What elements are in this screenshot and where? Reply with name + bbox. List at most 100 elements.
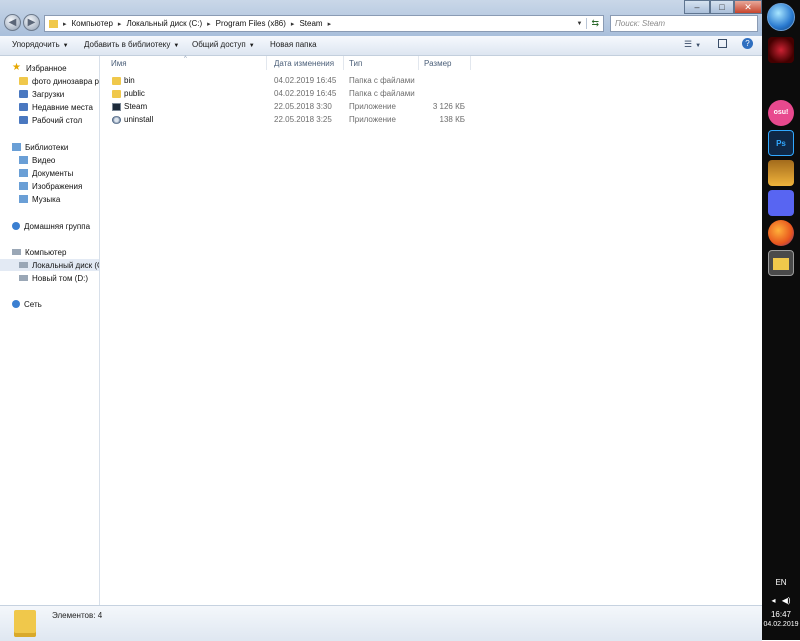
nav-libraries[interactable]: Библиотеки — [12, 141, 68, 153]
drive-icon — [19, 275, 28, 281]
counter-strike-icon[interactable] — [768, 160, 794, 186]
chevron-right-icon[interactable]: ▸ — [326, 20, 334, 28]
uninstall-icon — [112, 116, 121, 124]
taskbar: osu! Ps EN ◂ ◀) 16:47 04.02.2019 — [762, 0, 800, 640]
folder-icon — [112, 77, 121, 85]
add-to-library-button[interactable]: Добавить в библиотеку ▼ — [84, 40, 179, 49]
chevron-left-icon[interactable]: ◂ — [771, 596, 775, 605]
nav-item-desktop[interactable]: Рабочий стол — [19, 114, 82, 126]
nav-item-label: фото динозавра ре — [32, 76, 100, 86]
column-header-name[interactable]: Имя — [111, 59, 127, 68]
chevron-down-icon: ▼ — [173, 43, 180, 49]
language-indicator[interactable]: EN — [762, 578, 800, 587]
forward-button[interactable]: ▶ — [23, 14, 40, 31]
nav-item-music[interactable]: Музыка — [19, 193, 60, 205]
refresh-icon[interactable]: ⇆ — [586, 18, 603, 29]
file-name: bin — [124, 76, 135, 85]
discord-icon[interactable] — [768, 190, 794, 216]
maximize-button[interactable]: □ — [710, 0, 734, 14]
breadcrumb-computer[interactable]: Компьютер — [69, 19, 116, 28]
title-bar: ◀ ▶ ▸ Компьютер ▸ Локальный диск (C:) ▸ … — [0, 0, 762, 36]
nav-item-images[interactable]: Изображения — [19, 180, 82, 192]
file-date: 22.05.2018 3:25 — [274, 115, 332, 124]
nav-item-video[interactable]: Видео — [19, 154, 55, 166]
chevron-down-icon[interactable]: ▼ — [573, 21, 587, 27]
nav-item-downloads[interactable]: Загрузки — [19, 88, 64, 100]
nav-libraries-label: Библиотеки — [25, 142, 69, 152]
chevron-right-icon[interactable]: ▸ — [116, 20, 124, 28]
column-header-date[interactable]: Дата изменения — [274, 59, 334, 68]
nav-item-dino-photo[interactable]: фото динозавра ре — [19, 75, 100, 87]
sort-indicator-icon: ^ — [184, 56, 187, 62]
explorer-icon[interactable] — [768, 250, 794, 276]
nav-favorites[interactable]: ★ Избранное — [12, 62, 67, 74]
share-button[interactable]: Общий доступ ▼ — [192, 40, 255, 49]
nav-computer[interactable]: Компьютер — [12, 246, 66, 258]
drive-icon — [19, 262, 28, 268]
column-divider[interactable] — [343, 56, 344, 70]
volume-icon[interactable]: ◀) — [782, 596, 791, 605]
column-divider[interactable] — [470, 56, 471, 70]
images-icon — [19, 182, 28, 190]
column-header-size[interactable]: Размер — [424, 59, 452, 68]
command-bar: Упорядочить ▼ Добавить в библиотеку ▼ Общи… — [0, 36, 762, 56]
osu-icon[interactable]: osu! — [768, 100, 794, 126]
chevron-right-icon[interactable]: ▸ — [289, 20, 297, 28]
nav-item-label: Загрузки — [32, 89, 65, 99]
preview-pane-icon[interactable] — [718, 39, 727, 48]
firefox-icon[interactable] — [768, 220, 794, 246]
breadcrumb-steam[interactable]: Steam — [296, 19, 325, 28]
column-header-type[interactable]: Тип — [349, 59, 362, 68]
chevron-down-icon: ▼ — [62, 43, 69, 49]
organize-button[interactable]: Упорядочить ▼ — [12, 40, 69, 49]
nav-network[interactable]: Сеть — [12, 298, 42, 310]
file-type: Приложение — [349, 115, 396, 124]
file-list: Имя Дата изменения Тип Размер ^ bin 04.0… — [100, 56, 762, 605]
navigation-pane: ★ Избранное фото динозавра ре Загрузки Не… — [0, 56, 100, 605]
item-count: Элементов: 4 — [52, 611, 103, 620]
clock-time[interactable]: 16:47 — [762, 610, 800, 619]
steam-app-icon — [112, 103, 121, 111]
nav-homegroup-label: Домашняя группа — [24, 221, 91, 231]
file-type: Приложение — [349, 102, 396, 111]
chevron-right-icon[interactable]: ▸ — [205, 20, 213, 28]
nav-item-local-disk-c[interactable]: Локальный диск (C — [0, 259, 99, 271]
breadcrumb-program-files[interactable]: Program Files (x86) — [213, 19, 289, 28]
nav-item-recent-places[interactable]: Недавние места — [19, 101, 93, 113]
computer-icon — [12, 249, 21, 255]
close-button[interactable]: ✕ — [734, 0, 762, 14]
nav-item-label: Музыка — [32, 194, 61, 204]
file-row[interactable]: bin 04.02.2019 16:45 Папка с файлами — [100, 75, 480, 88]
tray-icons: ◂ ◀) — [762, 596, 800, 605]
help-icon[interactable]: ? — [742, 38, 753, 49]
file-date: 22.05.2018 3:30 — [274, 102, 332, 111]
view-options-icon[interactable]: ☰ ▼ — [684, 39, 701, 50]
new-folder-button[interactable]: Новая папка — [270, 40, 317, 49]
nav-homegroup[interactable]: Домашняя группа — [12, 220, 90, 232]
minimize-button[interactable]: – — [684, 0, 710, 14]
explorer-window: ◀ ▶ ▸ Компьютер ▸ Локальный диск (C:) ▸ … — [0, 0, 762, 641]
address-bar[interactable]: ▸ Компьютер ▸ Локальный диск (C:) ▸ Prog… — [44, 15, 604, 32]
file-row[interactable]: uninstall 22.05.2018 3:25 Приложение 138… — [100, 114, 480, 127]
column-divider[interactable] — [418, 56, 419, 70]
documents-icon — [19, 169, 28, 177]
photoshop-icon[interactable]: Ps — [768, 130, 794, 156]
folder-icon — [19, 77, 28, 85]
nav-item-volume-d[interactable]: Новый том (D:) — [19, 272, 88, 284]
downloads-icon — [19, 90, 28, 98]
nav-item-label: Рабочий стол — [32, 115, 83, 125]
browser-icon[interactable] — [768, 37, 794, 63]
clock-date[interactable]: 04.02.2019 — [762, 621, 800, 628]
chevron-right-icon[interactable]: ▸ — [61, 20, 69, 28]
status-bar: Элементов: 4 — [0, 605, 762, 641]
back-button[interactable]: ◀ — [4, 14, 21, 31]
file-size: 138 КБ — [439, 115, 465, 124]
file-row[interactable]: public 04.02.2019 16:45 Папка с файлами — [100, 88, 480, 101]
search-input[interactable]: Поиск: Steam — [610, 15, 758, 32]
column-divider[interactable] — [266, 56, 267, 70]
breadcrumb-local-disk[interactable]: Локальный диск (C:) — [123, 19, 205, 28]
start-button[interactable] — [767, 3, 795, 31]
recent-places-icon — [19, 103, 28, 111]
file-row[interactable]: Steam 22.05.2018 3:30 Приложение 3 126 К… — [100, 101, 480, 114]
nav-item-documents[interactable]: Документы — [19, 167, 73, 179]
